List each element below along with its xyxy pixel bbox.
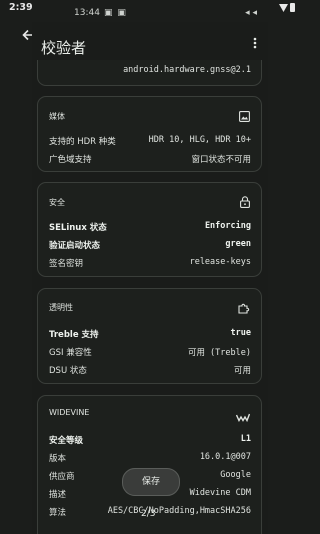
- app-panel: 校验者 android.hardware.gnss@2.1 媒体 支持的 HDR…: [32, 22, 268, 534]
- row-value: true: [230, 328, 251, 338]
- card-treble: 透明性 Treble 支持 true GSI 兼容性 可用 (Treble) D…: [37, 288, 262, 384]
- puzzle-icon: [238, 299, 250, 318]
- page-indicator: 2/3: [141, 509, 156, 519]
- row-verified-boot: 验证启动状态 green: [49, 239, 251, 253]
- embedded-time: 13:44: [74, 8, 100, 18]
- row-dsu: DSU 状态 可用: [49, 364, 251, 378]
- row-label: 验证启动状态: [49, 241, 101, 251]
- row-value: 窗口状态不可用: [191, 155, 251, 165]
- row-value: AES/CBC/NoPadding,HmacSHA256: [107, 506, 251, 516]
- lock-icon: [240, 193, 250, 212]
- row-treble-support: Treble 支持 true: [49, 328, 251, 342]
- row-value: L1: [240, 434, 251, 444]
- gnss-value: android.hardware.gnss@2.1: [123, 65, 251, 75]
- row-value: 可用: [233, 366, 251, 376]
- card-media: 媒体 支持的 HDR 种类 HDR 10, HLG, HDR 10+ 广色域支持…: [37, 96, 262, 172]
- row-gnss: android.hardware.gnss@2.1: [49, 65, 251, 79]
- row-label: 版本: [49, 454, 67, 464]
- row-wide-color: 广色域支持 窗口状态不可用: [49, 153, 251, 167]
- card-header-treble: 透明性: [49, 303, 73, 312]
- row-value: green: [225, 239, 251, 249]
- row-gsi: GSI 兼容性 可用 (Treble): [49, 346, 251, 360]
- save-button[interactable]: 保存: [122, 468, 180, 496]
- row-label: 安全等级: [49, 436, 84, 446]
- more-options-icon[interactable]: [253, 37, 257, 52]
- row-security-level: 安全等级 L1: [49, 434, 251, 448]
- page-title: 校验者: [41, 39, 87, 57]
- row-label: 算法: [49, 508, 67, 518]
- card-top: android.hardware.gnss@2.1: [37, 60, 262, 86]
- status-time: 2:39: [9, 2, 33, 13]
- row-value: Widevine CDM: [189, 488, 251, 498]
- card-header-security: 安全: [49, 198, 65, 207]
- card-header-media: 媒体: [49, 112, 65, 121]
- image-icon: [239, 107, 250, 126]
- row-value: 可用 (Treble): [187, 348, 251, 358]
- widevine-icon: [235, 407, 251, 426]
- row-label: 描述: [49, 490, 67, 500]
- row-label: 签名密钥: [49, 259, 84, 269]
- row-label: Treble 支持: [49, 330, 99, 340]
- row-selinux: SELinux 状态 Enforcing: [49, 221, 251, 235]
- row-label: 供应商: [49, 472, 75, 482]
- row-value: Enforcing: [204, 221, 251, 231]
- status-icons: ◂ ◂: [245, 8, 257, 18]
- row-value: 16.0.1@007: [199, 452, 251, 462]
- embedded-status-bar: 13:44 ▣ ▣ ◂ ◂: [32, 8, 267, 22]
- row-label: SELinux 状态: [49, 223, 107, 233]
- row-label: DSU 状态: [49, 366, 87, 376]
- row-label: 支持的 HDR 种类: [49, 137, 116, 147]
- row-label: GSI 兼容性: [49, 348, 92, 358]
- row-value: Google: [220, 470, 251, 480]
- card-header-widevine: WIDEVINE: [49, 408, 90, 417]
- row-hdr: 支持的 HDR 种类 HDR 10, HLG, HDR 10+: [49, 135, 251, 149]
- card-security: 安全 SELinux 状态 Enforcing 验证启动状态 green 签名密…: [37, 182, 262, 277]
- row-value: release-keys: [189, 257, 251, 267]
- notification-icons: ▣ ▣: [104, 8, 127, 18]
- row-label: 广色域支持: [49, 155, 92, 165]
- row-value: HDR 10, HLG, HDR 10+: [148, 135, 251, 145]
- row-version: 版本 16.0.1@007: [49, 452, 251, 466]
- battery-icon: [290, 3, 295, 12]
- signal-icon: [279, 4, 288, 15]
- app-bar: 校验者: [32, 34, 268, 58]
- row-signing-key: 签名密钥 release-keys: [49, 257, 251, 271]
